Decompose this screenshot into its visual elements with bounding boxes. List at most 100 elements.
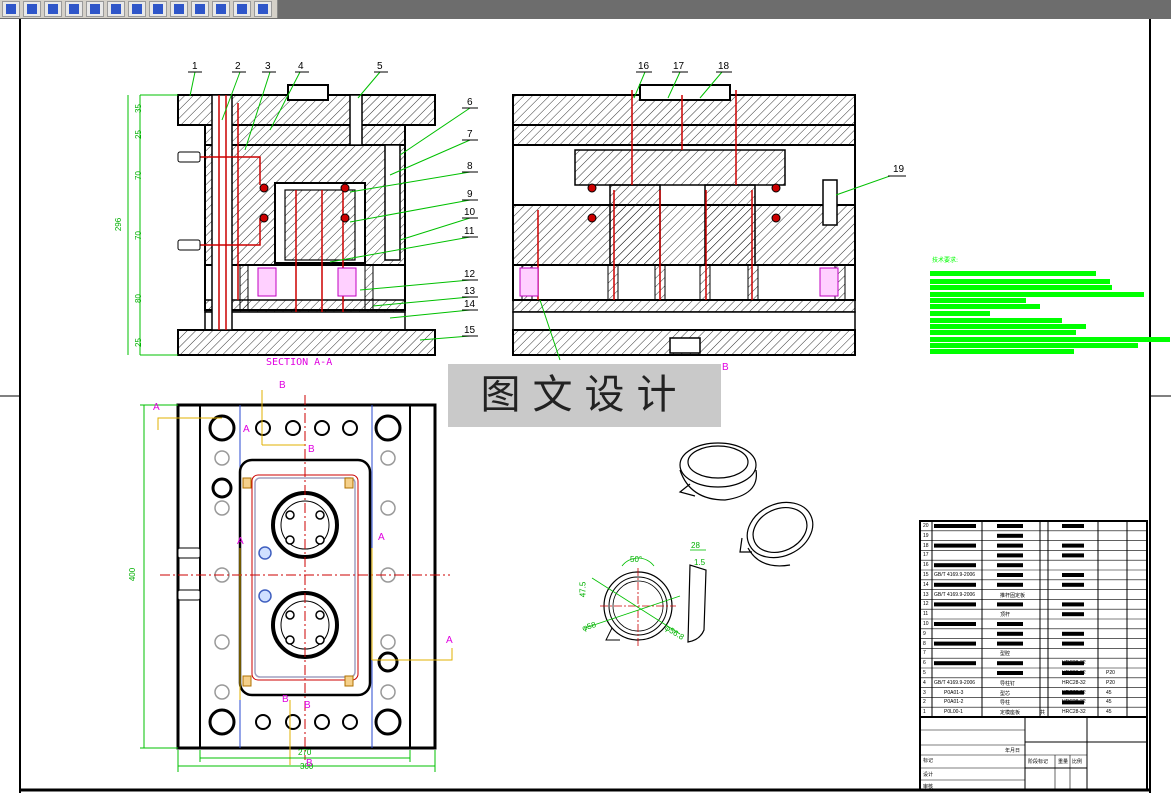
tb-row-number: 4 xyxy=(923,679,926,686)
tb-row-material: 45 xyxy=(1106,689,1112,696)
tb-redacted-bar xyxy=(997,563,1023,568)
dim-70-a: 70 xyxy=(133,171,143,180)
dim-quick-icon-glyph xyxy=(153,4,163,14)
part-number-5: 5 xyxy=(377,61,383,72)
tb-footer-scale: 比例 xyxy=(1072,759,1083,765)
part-number-3: 3 xyxy=(265,61,271,72)
part-number-17: 17 xyxy=(673,61,685,72)
dim-tolerance-icon-glyph xyxy=(216,4,226,14)
tb-redacted-bar xyxy=(1062,641,1084,646)
tb-row-number: 9 xyxy=(923,630,926,637)
dim-quick-icon[interactable] xyxy=(149,1,167,17)
plan-view xyxy=(140,390,453,772)
dim-radius-icon-glyph xyxy=(69,4,79,14)
section-mark-b-lower: B xyxy=(304,700,311,711)
part-number-19: 19 xyxy=(893,164,905,175)
tb-redacted-bar xyxy=(997,671,1023,675)
tb-redacted-bar xyxy=(934,543,976,548)
tb-row-material: P20 xyxy=(1106,679,1115,686)
dim-angular-icon-glyph xyxy=(132,4,142,14)
part-number-1: 1 xyxy=(192,61,198,72)
dim-continue-icon-glyph xyxy=(195,4,205,14)
tb-redacted-bar xyxy=(997,661,1023,666)
tb-row-standard: GB/T 4169.9-2006 xyxy=(934,679,976,686)
dim-diameter-icon[interactable] xyxy=(107,1,125,17)
dim-plan-width-inner: 270 xyxy=(298,748,312,757)
section-mark-a-right: A xyxy=(446,635,453,646)
tb-row-number: 19 xyxy=(923,532,929,539)
dim-product-angle: 50° xyxy=(630,555,643,564)
part-number-6: 6 xyxy=(467,97,473,108)
watermark-text: 图文设计 xyxy=(480,372,689,418)
tb-redacted-bar xyxy=(1062,582,1084,587)
dim-radius-icon[interactable] xyxy=(65,1,83,17)
tb-row-name: 导柱钉 xyxy=(1000,680,1016,687)
tb-redacted-bar xyxy=(934,524,976,528)
section-mark-b-inner: B xyxy=(308,444,315,455)
tb-redacted-bar xyxy=(997,602,1023,607)
dim-jogged-icon-glyph xyxy=(90,4,100,14)
part-number-7: 7 xyxy=(467,129,473,140)
tb-row-number: 12 xyxy=(923,601,929,608)
dim-baseline-icon-glyph xyxy=(174,4,184,14)
dim-70-b: 70 xyxy=(133,231,143,240)
tb-footer-stage: 阶段标记 xyxy=(1028,759,1049,765)
tb-row-number: 1 xyxy=(923,709,926,716)
tb-footer-design: 设计 xyxy=(923,772,934,778)
dim-center-icon-glyph xyxy=(237,4,247,14)
section-b-b-view xyxy=(512,71,906,361)
dim-inspect-icon-glyph xyxy=(258,4,268,14)
tb-redacted-bar xyxy=(1062,543,1084,548)
tb-redacted-bar xyxy=(997,553,1023,558)
part-number-4: 4 xyxy=(298,61,304,72)
part-number-11: 11 xyxy=(464,226,475,237)
tb-redacted-bar xyxy=(997,622,1023,626)
tb-redacted-bar xyxy=(934,582,976,587)
part-number-18: 18 xyxy=(718,61,730,72)
part-number-15: 15 xyxy=(464,325,476,336)
dim-plan-height: 400 xyxy=(128,567,138,582)
tb-row-number: 11 xyxy=(923,611,929,618)
dim-ordinate-icon[interactable] xyxy=(44,1,62,17)
tb-footer-review: 审核 xyxy=(923,784,934,790)
tb-redacted-bar xyxy=(934,602,976,607)
dim-continue-icon[interactable] xyxy=(191,1,209,17)
tb-row-name: 推杆固定板 xyxy=(1000,592,1026,599)
dimension-toolbar xyxy=(0,0,1171,19)
watermark-banner: 图文设计 xyxy=(448,364,721,427)
part-number-16: 16 xyxy=(638,61,650,72)
part-number-13: 13 xyxy=(464,286,476,297)
tb-redacted-bar xyxy=(1062,573,1084,577)
tb-row-material: P20 xyxy=(1106,670,1115,676)
part-number-2: 2 xyxy=(235,61,241,72)
tb-row-number: 15 xyxy=(923,572,929,578)
dim-linear-icon[interactable] xyxy=(2,1,20,17)
tb-redacted-bar xyxy=(997,631,1023,636)
tb-footer-weight: 重量 xyxy=(1058,759,1069,765)
tb-row-number: 10 xyxy=(923,621,929,627)
tb-row-number: 16 xyxy=(923,562,929,569)
tb-redacted-bar xyxy=(1062,631,1084,636)
dim-center-icon[interactable] xyxy=(233,1,251,17)
tb-row-standard: GB/T 4169.9-2006 xyxy=(934,572,976,578)
dim-inspect-icon[interactable] xyxy=(254,1,272,17)
tb-row-hardness: HRC28-32 xyxy=(1062,679,1086,686)
dim-tolerance-icon[interactable] xyxy=(212,1,230,17)
dim-jogged-icon[interactable] xyxy=(86,1,104,17)
tb-row-code: P0A01-2 xyxy=(944,699,964,706)
tb-row-number: 8 xyxy=(923,640,926,647)
dim-aligned-icon[interactable] xyxy=(23,1,41,17)
tech-requirements-title: 技术要求: xyxy=(932,257,959,264)
section-mark-b-base: B xyxy=(306,758,313,769)
toolbar-button-group xyxy=(0,0,278,18)
part-number-14: 14 xyxy=(464,299,476,310)
tb-redacted-bar xyxy=(997,524,1023,528)
dim-35-top: 35 xyxy=(133,104,143,113)
dim-angular-icon[interactable] xyxy=(128,1,146,17)
tb-row-number: 20 xyxy=(923,523,929,529)
dim-baseline-icon[interactable] xyxy=(170,1,188,17)
tb-redacted-bar xyxy=(934,641,976,646)
tb-row-hardness: HRC28-32 xyxy=(1062,670,1086,676)
tb-redacted-bar xyxy=(934,661,976,666)
tb-redacted-bar xyxy=(1062,553,1084,558)
